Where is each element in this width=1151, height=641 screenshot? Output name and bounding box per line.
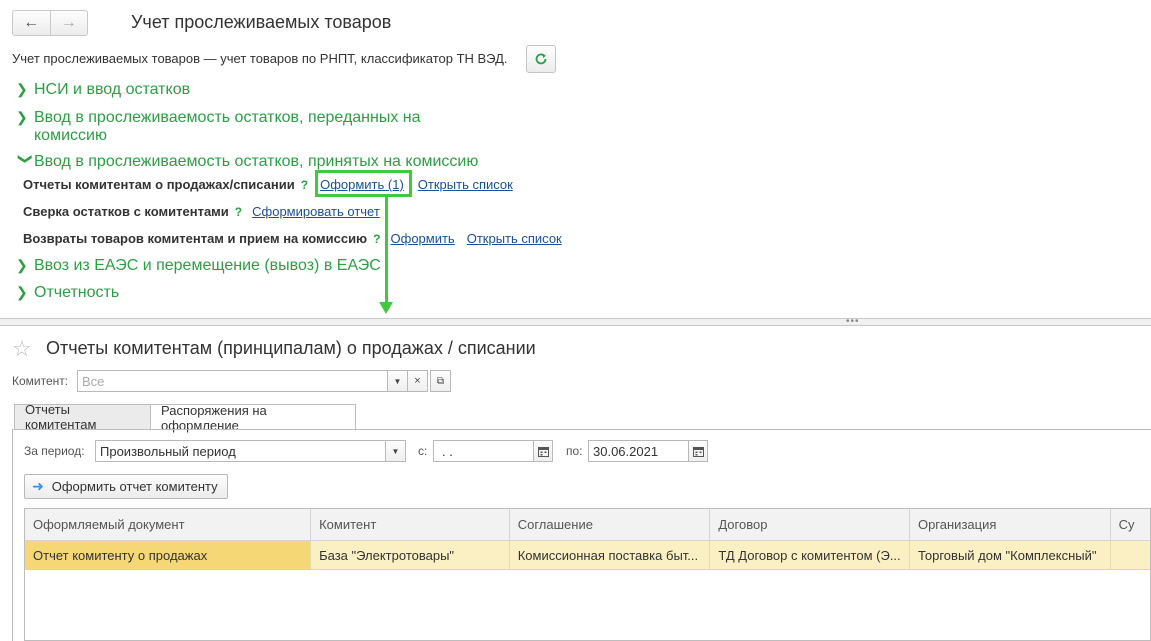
- period-select[interactable]: Произвольный период: [95, 440, 386, 462]
- table-header: Оформляемый документ Комитент Соглашение…: [25, 509, 1150, 541]
- section-label: НСИ и ввод остатков: [34, 81, 191, 98]
- section-nsi[interactable]: ❯ НСИ и ввод остатков: [16, 81, 190, 99]
- calendar-icon: [537, 446, 549, 457]
- table-cell: ТД Договор с комитентом (Э...: [710, 541, 910, 569]
- row-label: Сверка остатков с комитентами: [23, 204, 229, 219]
- date-to-input[interactable]: 30.06.2021: [588, 440, 689, 462]
- caret-down-icon: ▼: [391, 446, 400, 456]
- chevron-right-icon: ❯: [16, 257, 28, 273]
- chevron-down-icon: ❯: [18, 153, 34, 165]
- caret-down-icon: ▼: [393, 376, 402, 386]
- back-arrow-icon[interactable]: ←: [13, 11, 50, 35]
- open-list-link[interactable]: Открыть список: [467, 231, 562, 246]
- section-transferred-commission[interactable]: ❯ Ввод в прослеживаемость остатков, пере…: [16, 109, 421, 145]
- table-cell: Торговый дом "Комплексный": [910, 541, 1111, 569]
- page-subtitle: Учет прослеживаемых товаров — учет товар…: [12, 51, 508, 66]
- close-icon: ×: [414, 375, 421, 387]
- table-cell: Отчет комитенту о продажах: [25, 541, 312, 569]
- open-button[interactable]: ⧉: [430, 370, 451, 392]
- create-report-button[interactable]: ➜ Оформить отчет комитенту: [24, 474, 228, 499]
- help-icon[interactable]: ?: [373, 232, 380, 246]
- arrow-down-icon: [379, 302, 393, 314]
- period-dropdown-button[interactable]: ▼: [385, 440, 406, 462]
- column-header[interactable]: Соглашение: [510, 509, 711, 540]
- open-list-link[interactable]: Открыть список: [418, 177, 513, 192]
- tab-komitent-reports[interactable]: Отчеты комитентам: [14, 402, 151, 432]
- open-window-icon: ⧉: [436, 375, 445, 387]
- arrow-right-icon: ➜: [32, 478, 44, 494]
- section-label: Отчетность: [34, 284, 120, 301]
- orders-table: Оформляемый документ Комитент Соглашение…: [24, 508, 1151, 641]
- date-from-input[interactable]: . .: [433, 440, 534, 462]
- table-cell: [1111, 541, 1150, 569]
- komitent-label: Комитент:: [12, 374, 69, 388]
- row-reports: Отчеты комитентам о продажах/списании ? …: [23, 177, 513, 192]
- to-label: по:: [566, 444, 583, 458]
- star-icon[interactable]: ☆: [12, 336, 32, 362]
- annotation-arrow-line: [385, 197, 388, 304]
- row-returns: Возвраты товаров комитентам и прием на к…: [23, 231, 562, 246]
- section-accepted-commission[interactable]: ❯ Ввод в прослеживаемость остатков, прин…: [16, 153, 478, 171]
- table-cell: База "Электротовары": [311, 541, 510, 569]
- section-label: Ввод в прослеживаемость остатков, принят…: [34, 153, 479, 170]
- create-link[interactable]: Оформить: [391, 231, 455, 246]
- komitent-input[interactable]: Все: [77, 370, 388, 392]
- highlight-box: [315, 170, 412, 197]
- section-reporting[interactable]: ❯ Отчетность: [16, 284, 119, 302]
- period-label: За период:: [24, 444, 85, 458]
- panel-splitter[interactable]: •••: [0, 316, 1151, 327]
- table-row[interactable]: Отчет комитенту о продажах База "Электро…: [25, 541, 1150, 570]
- refresh-button[interactable]: [526, 45, 556, 73]
- column-header[interactable]: Договор: [710, 509, 910, 540]
- chevron-right-icon: ❯: [16, 284, 28, 300]
- calendar-button[interactable]: [533, 440, 553, 462]
- column-header[interactable]: Комитент: [311, 509, 510, 540]
- calendar-icon: [692, 446, 704, 457]
- refresh-icon: [535, 53, 547, 65]
- drag-handle-icon: •••: [846, 316, 860, 327]
- page-title: Учет прослеживаемых товаров: [131, 12, 392, 32]
- help-icon[interactable]: ?: [235, 205, 242, 219]
- section-label-line2: комиссию: [34, 127, 107, 144]
- calendar-button[interactable]: [688, 440, 708, 462]
- create-report-label: Оформить отчет комитенту: [51, 479, 218, 494]
- chevron-right-icon: ❯: [16, 81, 28, 97]
- form-title: Отчеты комитентам (принципалам) о продаж…: [46, 338, 536, 358]
- help-icon[interactable]: ?: [301, 178, 308, 192]
- row-label: Возвраты товаров комитентам и прием на к…: [23, 231, 368, 246]
- chevron-right-icon: ❯: [16, 109, 28, 125]
- navigation-buttons: ← →: [12, 10, 88, 36]
- clear-button[interactable]: ×: [407, 370, 428, 392]
- section-label: Ввоз из ЕАЭС и перемещение (вывоз) в ЕАЭ…: [34, 257, 381, 274]
- dropdown-button[interactable]: ▼: [387, 370, 408, 392]
- tab-orders[interactable]: Распоряжения на оформление: [150, 403, 356, 433]
- column-header[interactable]: Су: [1111, 509, 1150, 540]
- column-header[interactable]: Оформляемый документ: [25, 509, 312, 540]
- section-eaeu[interactable]: ❯ Ввоз из ЕАЭС и перемещение (вывоз) в Е…: [16, 257, 381, 275]
- generate-report-link[interactable]: Сформировать отчет: [252, 204, 380, 219]
- row-reconciliation: Сверка остатков с комитентами ? Сформиро…: [23, 204, 380, 219]
- table-cell: Комиссионная поставка быт...: [510, 541, 711, 569]
- row-label: Отчеты комитентам о продажах/списании: [23, 177, 295, 192]
- from-label: с:: [418, 444, 428, 458]
- column-header[interactable]: Организация: [910, 509, 1111, 540]
- section-label: Ввод в прослеживаемость остатков, переда…: [34, 109, 421, 126]
- forward-arrow-icon[interactable]: →: [49, 11, 88, 35]
